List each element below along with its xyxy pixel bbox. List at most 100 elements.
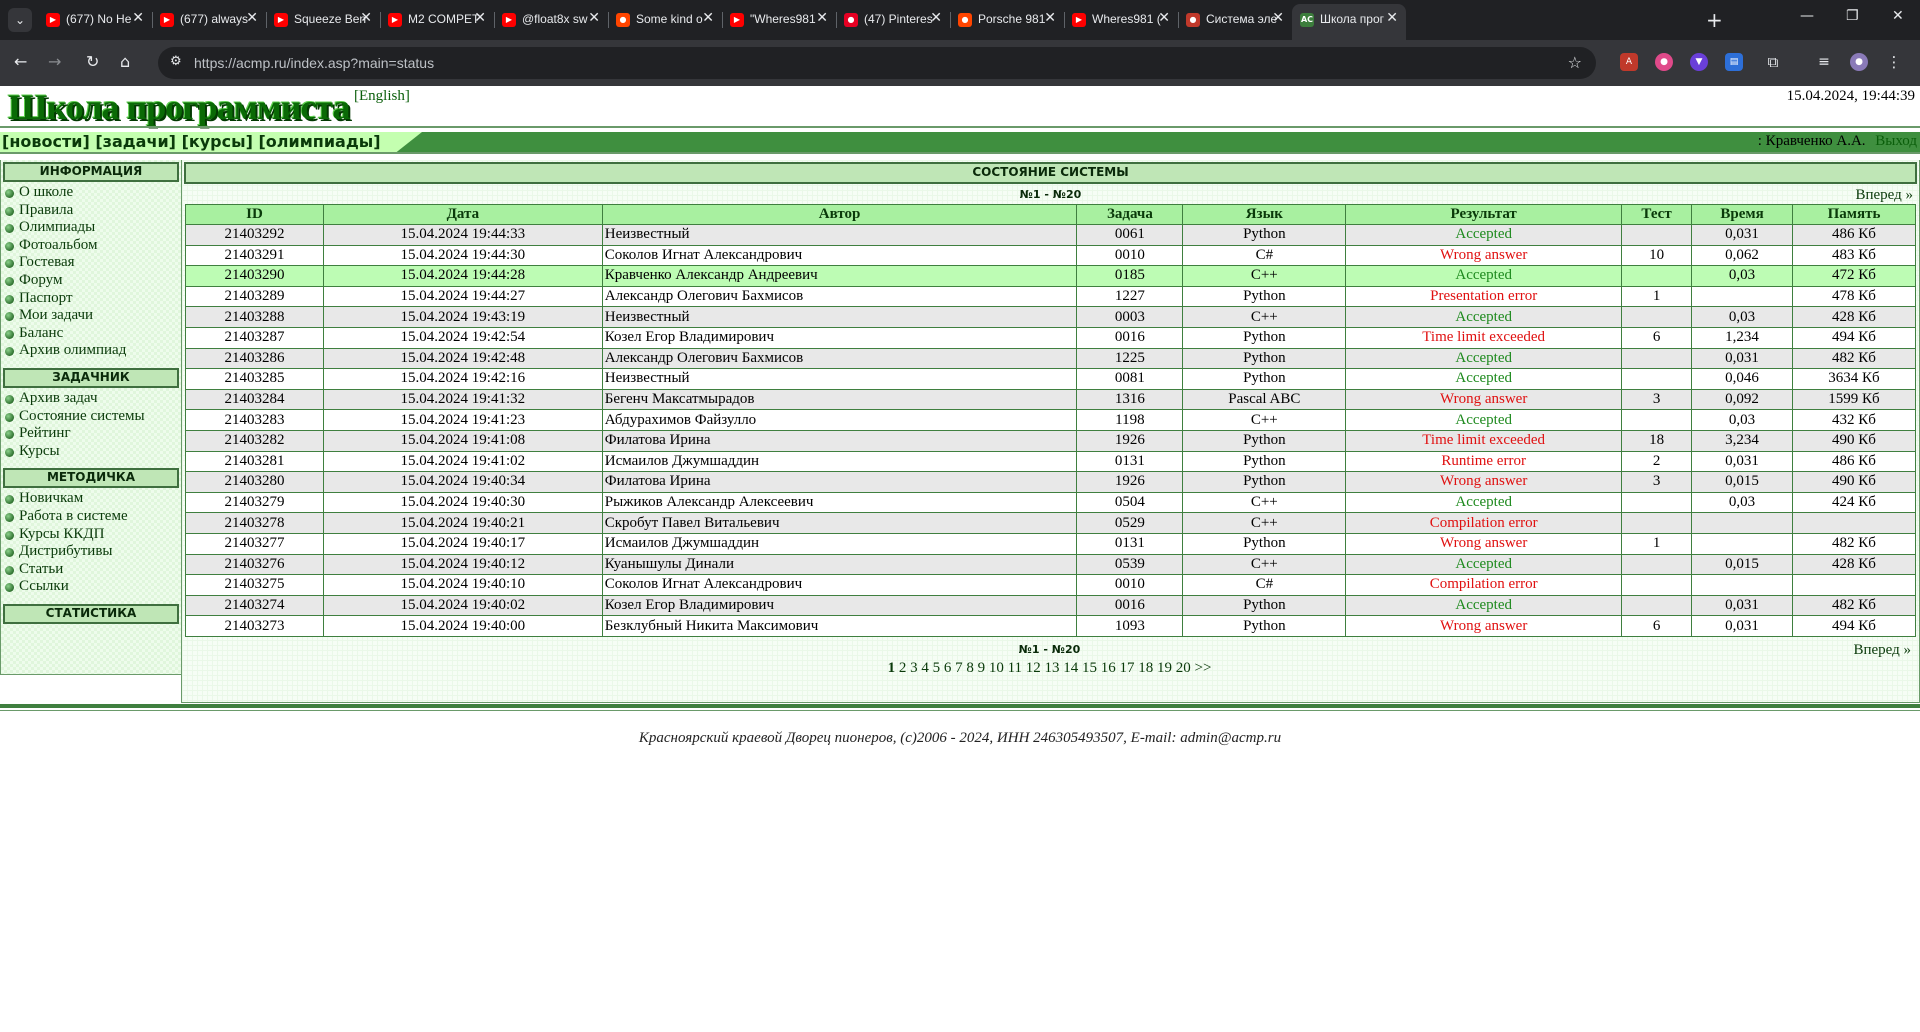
page-link[interactable]: >> — [1195, 660, 1212, 676]
restore-button[interactable]: ❐ — [1846, 8, 1859, 24]
sidebar-link[interactable]: Мои задачи — [1, 307, 181, 325]
sidebar-link[interactable]: Форум — [1, 272, 181, 290]
tab-search-button[interactable]: ⌄ — [8, 8, 32, 32]
close-tab-icon[interactable]: ✕ — [132, 10, 144, 26]
cell-author[interactable]: Рыжиков Александр Алексеевич — [601, 491, 1078, 514]
cell-task[interactable]: 0016 — [1076, 594, 1184, 617]
column-header[interactable]: Результат — [1345, 204, 1623, 225]
close-tab-icon[interactable]: ✕ — [1386, 10, 1398, 26]
page-link[interactable]: 11 — [1008, 660, 1022, 676]
cell-id[interactable]: 21403273 — [185, 615, 324, 637]
next-page-link[interactable]: Вперед » — [1853, 642, 1911, 659]
browser-tab[interactable]: ▶ (677) No He ✕ — [38, 6, 152, 34]
cell-task[interactable]: 0539 — [1076, 553, 1184, 576]
sidebar-link[interactable]: Ссылки — [1, 578, 181, 596]
cell-author[interactable]: Кравченко Александр Андреевич — [601, 265, 1078, 287]
page-link[interactable]: 10 — [989, 660, 1004, 676]
close-tab-icon[interactable]: ✕ — [1158, 10, 1170, 26]
close-tab-icon[interactable]: ✕ — [816, 10, 828, 26]
cell-author[interactable]: Козел Егор Владимирович — [601, 594, 1078, 617]
cell-task[interactable]: 0185 — [1076, 265, 1184, 287]
cell-id[interactable]: 21403291 — [185, 244, 324, 267]
cell-author[interactable]: Исмаилов Джумшаддин — [601, 450, 1078, 473]
page-link[interactable]: 3 — [910, 660, 918, 676]
sidebar-link[interactable]: Фотоальбом — [1, 237, 181, 255]
user-name[interactable]: : Кравченко А.А. — [1758, 133, 1866, 149]
profile-avatar[interactable]: ● — [1850, 53, 1868, 71]
extension-icon[interactable]: ▼ — [1690, 53, 1708, 71]
cell-author[interactable]: Козел Егор Владимирович — [601, 326, 1078, 349]
cell-id[interactable]: 21403278 — [185, 512, 324, 534]
reload-icon[interactable]: ↻ — [86, 52, 99, 71]
page-link[interactable]: 8 — [966, 660, 974, 676]
site-logo[interactable]: Школа программиста — [8, 86, 351, 128]
cell-author[interactable]: Филатова Ирина — [601, 471, 1078, 493]
cell-author[interactable]: Бегенч Максатмырадов — [601, 388, 1078, 411]
page-link[interactable]: 5 — [933, 660, 941, 676]
sidebar-link[interactable]: О школе — [1, 184, 181, 202]
page-link[interactable]: 2 — [899, 660, 907, 676]
forward-icon[interactable]: → — [48, 52, 61, 71]
sidebar-link[interactable]: Работа в системе — [1, 508, 181, 526]
cell-author[interactable]: Соколов Игнат Александрович — [601, 574, 1078, 596]
cell-id[interactable]: 21403280 — [185, 471, 324, 493]
page-link[interactable]: 20 — [1176, 660, 1191, 676]
column-header[interactable]: Язык — [1182, 204, 1347, 225]
cell-author[interactable]: Скробут Павел Витальевич — [601, 512, 1078, 534]
column-header[interactable]: ID — [185, 204, 324, 225]
close-tab-icon[interactable]: ✕ — [360, 10, 372, 26]
page-link[interactable]: 13 — [1045, 660, 1060, 676]
cell-id[interactable]: 21403275 — [185, 574, 324, 596]
column-header[interactable]: Время — [1691, 204, 1793, 225]
nav-news-link[interactable]: [новости] — [2, 132, 90, 151]
extension-icon[interactable]: ● — [1655, 53, 1673, 71]
cell-id[interactable]: 21403288 — [185, 306, 324, 328]
cell-id[interactable]: 21403277 — [185, 532, 324, 555]
cell-author[interactable]: Александр Олегович Бахмисов — [601, 347, 1078, 370]
cell-task[interactable]: 0003 — [1076, 306, 1184, 328]
english-link[interactable]: [English] — [354, 88, 410, 105]
cell-author[interactable]: Неизвестный — [601, 368, 1078, 390]
extension-icon[interactable]: A — [1620, 53, 1638, 71]
column-header[interactable]: Дата — [322, 204, 603, 225]
sidebar-link[interactable]: Дистрибутивы — [1, 543, 181, 561]
cell-task[interactable]: 0016 — [1076, 326, 1184, 349]
page-link[interactable]: 16 — [1101, 660, 1116, 676]
bookmark-star-icon[interactable]: ☆ — [1568, 53, 1582, 72]
sidebar-link[interactable]: Состояние системы — [1, 408, 181, 426]
page-link[interactable]: 1 — [888, 660, 896, 676]
cell-task[interactable]: 0131 — [1076, 532, 1184, 555]
cell-task[interactable]: 0504 — [1076, 491, 1184, 514]
cell-id[interactable]: 21403284 — [185, 388, 324, 411]
close-tab-icon[interactable]: ✕ — [588, 10, 600, 26]
cell-task[interactable]: 0131 — [1076, 450, 1184, 473]
sidebar-link[interactable]: Архив олимпиад — [1, 342, 181, 360]
nav-courses-link[interactable]: [курсы] — [182, 132, 253, 151]
nav-olympiads-link[interactable]: [олимпиады] — [258, 132, 380, 151]
close-window-button[interactable]: ✕ — [1892, 8, 1904, 24]
browser-tab[interactable]: ▶ @float8x sw ✕ — [494, 6, 608, 34]
browser-menu-icon[interactable]: ⋮ — [1885, 53, 1903, 71]
browser-tab[interactable]: ▶ Squeeze Ben ✕ — [266, 6, 380, 34]
page-link[interactable]: 6 — [944, 660, 952, 676]
cell-author[interactable]: Исмаилов Джумшаддин — [601, 532, 1078, 555]
cell-author[interactable]: Соколов Игнат Александрович — [601, 244, 1078, 267]
extension-icon[interactable]: ▤ — [1725, 53, 1743, 71]
cell-author[interactable]: Александр Олегович Бахмисов — [601, 285, 1078, 308]
minimize-button[interactable]: — — [1800, 8, 1814, 24]
page-link[interactable]: 9 — [978, 660, 986, 676]
page-link[interactable]: 4 — [921, 660, 929, 676]
cell-id[interactable]: 21403289 — [185, 285, 324, 308]
sidebar-link[interactable]: Гостевая — [1, 254, 181, 272]
browser-tab[interactable]: ▶ "Wheres981 ✕ — [722, 6, 836, 34]
home-icon[interactable]: ⌂ — [120, 52, 130, 71]
browser-tab[interactable]: ▶ M2 COMPETI ✕ — [380, 6, 494, 34]
browser-tab[interactable]: ▶ (677) always ✕ — [152, 6, 266, 34]
browser-tab[interactable]: ● Porsche 981 ✕ — [950, 6, 1064, 34]
cell-id[interactable]: 21403292 — [185, 224, 324, 246]
cell-id[interactable]: 21403281 — [185, 450, 324, 473]
page-link[interactable]: 19 — [1157, 660, 1172, 676]
sidebar-link[interactable]: Статьи — [1, 561, 181, 579]
cell-author[interactable]: Неизвестный — [601, 224, 1078, 246]
cell-task[interactable]: 1316 — [1076, 388, 1184, 411]
